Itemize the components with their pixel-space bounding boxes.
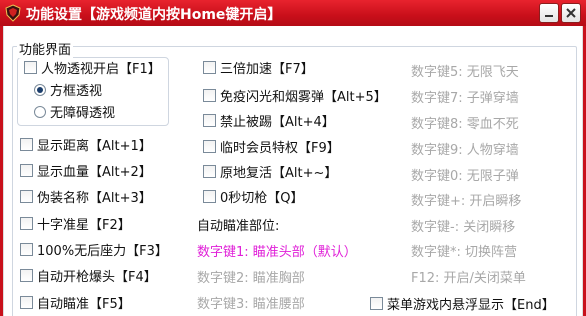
window-title: 功能设置【游戏频道内按Home键开启】 <box>26 7 282 23</box>
checkbox-label: 显示血量【Alt+2】 <box>37 165 152 180</box>
radio-label: 方框透视 <box>50 84 103 99</box>
checkbox-label: 原地复活【Alt+~】 <box>220 166 338 181</box>
feature-group-title: 功能界面 <box>17 39 74 58</box>
checkbox-box[interactable] <box>203 165 216 178</box>
checkbox-label: 三倍加速【F7】 <box>220 62 314 77</box>
hotkey-switch-team: 数字键*: 切换阵营 <box>411 245 518 260</box>
checkbox-box[interactable] <box>203 190 216 203</box>
checkbox-label: 菜单游戏内悬浮显示【End】 <box>387 298 555 313</box>
hotkey-noclip: 数字键9: 人物穿墙 <box>411 143 519 158</box>
floating-menu-checkbox[interactable]: 菜单游戏内悬浮显示【End】 <box>370 294 555 313</box>
show-health-checkbox[interactable]: 显示血量【Alt+2】 <box>20 161 152 180</box>
vip-privilege-checkbox[interactable]: 临时会员特权【F9】 <box>203 137 340 156</box>
checkbox-box[interactable] <box>370 297 383 310</box>
checkbox-label: 免疫闪光和烟雾弹【Alt+5】 <box>220 90 387 105</box>
checkbox-label: 显示距离【Alt+1】 <box>37 139 152 154</box>
checkbox-box[interactable] <box>203 114 216 127</box>
hotkey-zero-hp-immortal: 数字键8: 零血不死 <box>411 117 519 132</box>
close-button[interactable] <box>561 3 581 23</box>
radio-label: 无障碍透视 <box>50 106 116 121</box>
checkbox-box[interactable] <box>20 164 33 177</box>
hotkey-fly: 数字键5: 无限飞天 <box>411 65 519 80</box>
anti-flash-smoke-checkbox[interactable]: 免疫闪光和烟雾弹【Alt+5】 <box>203 86 387 105</box>
checkbox-box[interactable] <box>20 190 33 203</box>
wallhack-esp-radio[interactable]: 无障碍透视 <box>34 102 115 121</box>
checkbox-box[interactable] <box>203 61 216 74</box>
no-recoil-checkbox[interactable]: 100%无后座力【F3】 <box>20 240 168 259</box>
title-bar[interactable]: 功能设置【游戏频道内按Home键开启】 <box>0 0 586 26</box>
hotkey-bullet-through-wall: 数字键7: 子弹穿墙 <box>411 91 519 106</box>
radio-circle[interactable] <box>34 83 46 96</box>
instant-weapon-switch-checkbox[interactable]: 0秒切枪【Q】 <box>203 187 304 206</box>
aim-option-waist: 数字键3: 瞄准腰部 <box>197 297 305 312</box>
checkbox-box[interactable] <box>20 296 33 309</box>
disguise-name-checkbox[interactable]: 伪装名称【Alt+3】 <box>20 187 152 206</box>
checkbox-label: 禁止被踢【Alt+4】 <box>220 115 335 130</box>
esp-toggle-checkbox[interactable]: 人物透视开启【F1】 <box>24 58 161 77</box>
hotkey-infinite-ammo: 数字键0: 无限子弹 <box>411 169 519 184</box>
checkbox-label: 100%无后座力【F3】 <box>37 244 168 259</box>
checkbox-label: 伪装名称【Alt+3】 <box>37 191 152 206</box>
box-esp-radio[interactable]: 方框透视 <box>34 80 102 99</box>
close-icon <box>566 8 576 18</box>
minimize-button[interactable] <box>539 3 559 23</box>
checkbox-label: 0秒切枪【Q】 <box>220 191 304 206</box>
minimize-icon <box>545 15 553 17</box>
hotkey-toggle-menu: F12: 开启/关闭菜单 <box>411 271 526 286</box>
aim-option-chest: 数字键2: 瞄准胸部 <box>197 271 305 286</box>
instant-revive-checkbox[interactable]: 原地复活【Alt+~】 <box>203 162 337 181</box>
auto-aim-checkbox[interactable]: 自动瞄准【F5】 <box>20 293 131 312</box>
radio-circle[interactable] <box>34 105 46 118</box>
hotkey-teleport-off: 数字键-: 关闭瞬移 <box>411 220 516 235</box>
checkbox-box[interactable] <box>203 89 216 102</box>
checkbox-label: 人物透视开启【F1】 <box>41 62 161 77</box>
checkbox-label: 十字准星【F2】 <box>37 218 131 233</box>
checkbox-label: 自动瞄准【F5】 <box>37 297 131 312</box>
aim-part-label: 自动瞄准部位: <box>197 219 280 234</box>
checkbox-box[interactable] <box>20 269 33 282</box>
crosshair-checkbox[interactable]: 十字准星【F2】 <box>20 214 131 233</box>
checkbox-box[interactable] <box>20 217 33 230</box>
triple-speed-checkbox[interactable]: 三倍加速【F7】 <box>203 58 314 77</box>
checkbox-box[interactable] <box>20 138 33 151</box>
aim-option-head: 数字键1: 瞄准头部（默认） <box>197 245 357 260</box>
show-distance-checkbox[interactable]: 显示距离【Alt+1】 <box>20 135 152 154</box>
anti-kick-checkbox[interactable]: 禁止被踢【Alt+4】 <box>203 111 335 130</box>
checkbox-label: 自动开枪爆头【F4】 <box>37 270 157 285</box>
auto-headshot-checkbox[interactable]: 自动开枪爆头【F4】 <box>20 266 157 285</box>
checkbox-box[interactable] <box>203 140 216 153</box>
checkbox-box[interactable] <box>24 61 37 74</box>
hotkey-teleport-on: 数字键+: 开启瞬移 <box>411 194 522 209</box>
checkbox-box[interactable] <box>20 243 33 256</box>
checkbox-label: 临时会员特权【F9】 <box>220 141 340 156</box>
app-logo-icon <box>5 4 21 22</box>
